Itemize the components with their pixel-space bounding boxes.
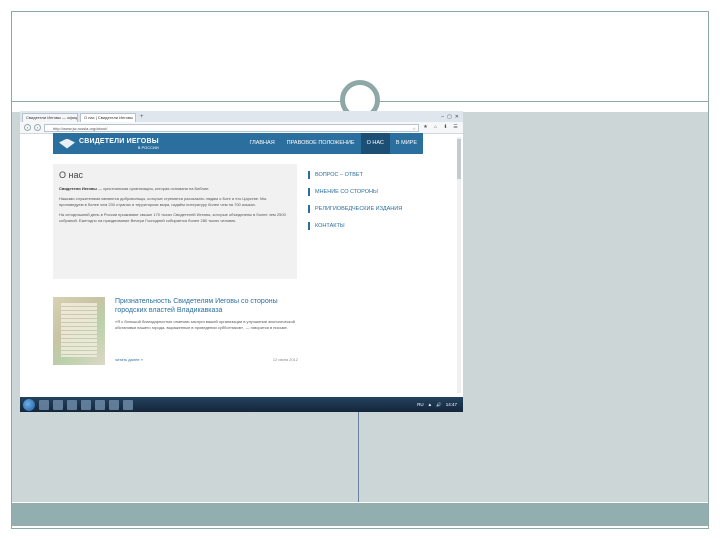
browser-tab-1[interactable]: Свидетели Иеговы — официальн… <box>22 113 78 122</box>
download-icon[interactable]: ⬇ <box>442 124 449 131</box>
new-tab-button[interactable]: + <box>138 113 144 122</box>
home-icon[interactable]: ⌂ <box>432 124 439 131</box>
windows-taskbar: RU ▲ 🔊 14:47 <box>20 397 463 412</box>
article-thumbnail[interactable] <box>53 297 105 365</box>
read-more-link[interactable]: читать далее » <box>115 357 143 362</box>
nav-item-world[interactable]: В МИРЕ <box>390 133 423 154</box>
sidebar-item-contacts[interactable]: КОНТАКТЫ <box>308 222 428 230</box>
taskbar-app2-icon[interactable] <box>109 399 119 410</box>
maximize-icon[interactable]: ▢ <box>447 112 452 122</box>
about-lead-rest: — христианская организация, которая осно… <box>96 186 210 191</box>
tray-expand-icon[interactable]: ▲ <box>428 402 432 408</box>
sidebar-item-faq[interactable]: ВОПРОС – ОТВЕТ <box>308 171 428 179</box>
address-bar[interactable]: http://www.jw-russia.org/about/ ☆ <box>44 123 419 132</box>
taskbar-media-icon[interactable] <box>67 399 77 410</box>
about-section: О нас Свидетели Иеговы — христианская ор… <box>53 164 297 279</box>
about-lead: Свидетели Иеговы — христианская организа… <box>59 186 291 192</box>
bookmarks-icon[interactable]: ★ <box>422 124 429 131</box>
window-controls: – ▢ ✕ <box>441 112 463 122</box>
taskbar-firefox-icon[interactable] <box>95 399 105 410</box>
footer-band <box>12 503 708 526</box>
sidebar-links: ВОПРОС – ОТВЕТ МНЕНИЕ СО СТОРОНЫ РЕЛИГИО… <box>308 171 428 239</box>
browser-screenshot: Свидетели Иеговы — официальн… О нас | Св… <box>20 111 463 412</box>
bookmark-star-icon[interactable]: ☆ <box>412 125 416 132</box>
close-icon[interactable]: ✕ <box>455 112 459 122</box>
book-icon <box>59 138 75 149</box>
volume-icon[interactable]: 🔊 <box>436 402 442 408</box>
menu-icon[interactable]: ☰ <box>452 124 459 131</box>
scrollbar-thumb[interactable] <box>457 139 461 179</box>
url-text: http://www.jw-russia.org/about/ <box>53 125 108 131</box>
browser-tab-2[interactable]: О нас | Свидетели Иеговы <box>80 113 136 122</box>
language-indicator[interactable]: RU <box>417 402 424 408</box>
sidebar-item-opinion[interactable]: МНЕНИЕ СО СТОРОНЫ <box>308 188 428 196</box>
about-paragraph-3: На сегодняшний день в России проживают с… <box>59 212 286 223</box>
start-button-icon[interactable] <box>23 398 35 411</box>
taskbar-app-icon[interactable] <box>81 399 91 410</box>
nav-item-home[interactable]: ГЛАВНАЯ <box>243 133 280 154</box>
article-title[interactable]: Признательность Свидетелям Иеговы со сто… <box>115 297 300 315</box>
nav-item-about[interactable]: О НАС <box>360 133 390 154</box>
news-article: Признательность Свидетелям Иеговы со сто… <box>53 297 298 367</box>
about-paragraph-2: Нашими служителями являются добровольцы,… <box>59 196 267 207</box>
nav-item-legal[interactable]: ПРАВОВОЕ ПОЛОЖЕНИЕ <box>281 133 361 154</box>
article-date: 12 июля 2012 <box>272 357 298 362</box>
clock[interactable]: 14:47 <box>446 402 457 408</box>
back-icon[interactable]: ‹ <box>24 124 31 131</box>
taskbar-ie-icon[interactable] <box>39 399 49 410</box>
site-logo[interactable]: СВИДЕТЕЛИ ИЕГОВЫ В РОССИИ <box>53 138 218 150</box>
site-header: СВИДЕТЕЛИ ИЕГОВЫ В РОССИИ ГЛАВНАЯ ПРАВОВ… <box>53 133 423 154</box>
minimize-icon[interactable]: – <box>441 112 444 122</box>
about-lead-bold: Свидетели Иеговы <box>59 186 97 191</box>
about-title: О нас <box>59 170 83 180</box>
sidebar-item-publications[interactable]: РЕЛИГИОВЕДЧЕСКИЕ ИЗДАНИЯ <box>308 205 428 213</box>
logo-text: СВИДЕТЕЛИ ИЕГОВЫ <box>79 137 159 145</box>
article-excerpt: «Я с большой благодарностью отмечаю засл… <box>115 319 295 330</box>
site-nav: ГЛАВНАЯ ПРАВОВОЕ ПОЛОЖЕНИЕ О НАС В МИРЕ <box>243 133 423 154</box>
taskbar-app3-icon[interactable] <box>123 399 133 410</box>
taskbar-explorer-icon[interactable] <box>53 399 63 410</box>
system-tray: RU ▲ 🔊 14:47 <box>417 402 463 408</box>
vertical-divider <box>358 410 359 502</box>
tab-bar: Свидетели Иеговы — официальн… О нас | Св… <box>20 111 463 122</box>
forward-icon[interactable]: › <box>34 124 41 131</box>
logo-subtitle: В РОССИИ <box>137 144 159 150</box>
